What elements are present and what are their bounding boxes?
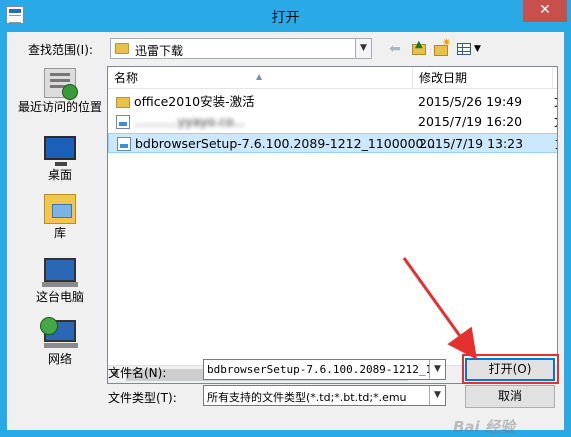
- file-list-header: 名称 ▲ 修改日期 类: [108, 67, 557, 89]
- file-date: 2015/7/19 16:20: [418, 114, 523, 129]
- up-folder-icon[interactable]: ▲: [409, 39, 429, 59]
- dialog-body: 查找范围(I): 迅雷下载 ▼ ⬅ ▲ ✷ ▼ 最近访问的位置 桌面 库 这台电…: [7, 32, 564, 436]
- folder-icon: [115, 43, 129, 54]
- back-arrow-icon[interactable]: ⬅: [385, 39, 405, 59]
- place-label: 最近访问的位置: [17, 100, 102, 114]
- file-name: bdbrowserSetup-7.6.100.2089-1212_1100000…: [135, 136, 436, 151]
- file-type: 文: [554, 112, 557, 132]
- chevron-down-icon[interactable]: ▼: [429, 360, 445, 379]
- look-in-value: 迅雷下载: [135, 44, 184, 58]
- column-header-name-label: 名称: [114, 71, 139, 85]
- file-date: 2015/5/26 19:49: [418, 94, 523, 109]
- place-network[interactable]: 网络: [17, 317, 103, 366]
- chevron-down-icon[interactable]: ▼: [355, 39, 371, 58]
- sort-ascending-icon: ▲: [256, 72, 263, 81]
- file-name-combobox[interactable]: ▼: [203, 359, 446, 380]
- look-in-dropdown[interactable]: 迅雷下载 ▼: [110, 38, 372, 59]
- table-row-selected[interactable]: bdbrowserSetup-7.6.100.2089-1212_1100000…: [108, 133, 557, 154]
- cancel-button[interactable]: 取消: [465, 385, 555, 408]
- place-libraries[interactable]: 库: [17, 194, 103, 240]
- place-label: 这台电脑: [35, 290, 84, 304]
- watermark: Bai 经验: [453, 418, 515, 436]
- table-row[interactable]: ...........yyayo.co... 2015/7/19 16:20 文: [108, 112, 557, 132]
- this-pc-icon: [42, 258, 78, 287]
- column-header-name[interactable]: 名称 ▲: [108, 67, 413, 89]
- close-button[interactable]: ✕: [523, 0, 567, 22]
- folder-icon: [116, 97, 130, 108]
- column-header-date[interactable]: 修改日期: [413, 67, 553, 89]
- recent-places-icon: [44, 68, 78, 100]
- file-icon: [116, 115, 130, 129]
- file-name: ...........yyayo.co...: [134, 114, 246, 129]
- file-type-label: 文件类型(T):: [108, 391, 177, 405]
- place-recent[interactable]: 最近访问的位置: [17, 68, 103, 114]
- place-label: 网络: [47, 352, 72, 366]
- table-row[interactable]: office2010安装-激活 2015/5/26 19:49 文: [108, 92, 557, 112]
- file-date: 2015/7/19 13:23: [419, 136, 524, 151]
- file-name-input[interactable]: [204, 360, 430, 379]
- place-this-pc[interactable]: 这台电脑: [17, 258, 103, 304]
- file-icon: [117, 137, 131, 151]
- libraries-icon: [44, 194, 76, 224]
- file-type-value: 所有支持的文件类型(*.td;*.bt.td;*.emu: [207, 391, 407, 404]
- open-button[interactable]: 打开(O): [465, 358, 555, 381]
- column-header-type[interactable]: 类: [553, 67, 557, 89]
- chevron-down-icon[interactable]: ▼: [429, 386, 445, 405]
- view-menu-icon[interactable]: ▼: [455, 39, 485, 59]
- open-file-dialog: 打开 ✕ 查找范围(I): 迅雷下载 ▼ ⬅ ▲ ✷ ▼ 最近访问的位置 桌面: [0, 0, 571, 437]
- places-bar: 最近访问的位置 桌面 库 这台电脑 网络: [17, 68, 103, 370]
- file-type: 文: [554, 92, 557, 112]
- file-type-dropdown[interactable]: 所有支持的文件类型(*.td;*.bt.td;*.emu ▼: [203, 385, 446, 406]
- look-in-label: 查找范围(I):: [28, 43, 93, 57]
- place-label: 库: [53, 226, 66, 240]
- file-name: office2010安装-激活: [134, 94, 255, 109]
- network-icon: [40, 317, 78, 348]
- new-folder-icon[interactable]: ✷: [431, 37, 451, 59]
- place-desktop[interactable]: 桌面: [17, 136, 103, 182]
- desktop-icon: [44, 136, 76, 166]
- file-name-label: 文件名(N):: [108, 366, 167, 380]
- file-type: 文: [555, 134, 557, 154]
- place-label: 桌面: [47, 168, 72, 182]
- file-list[interactable]: 名称 ▲ 修改日期 类 office2010安装-激活 2015/5/26 19…: [107, 66, 558, 384]
- dialog-title: 打开: [271, 10, 300, 26]
- title-bar: 打开 ✕: [0, 0, 571, 32]
